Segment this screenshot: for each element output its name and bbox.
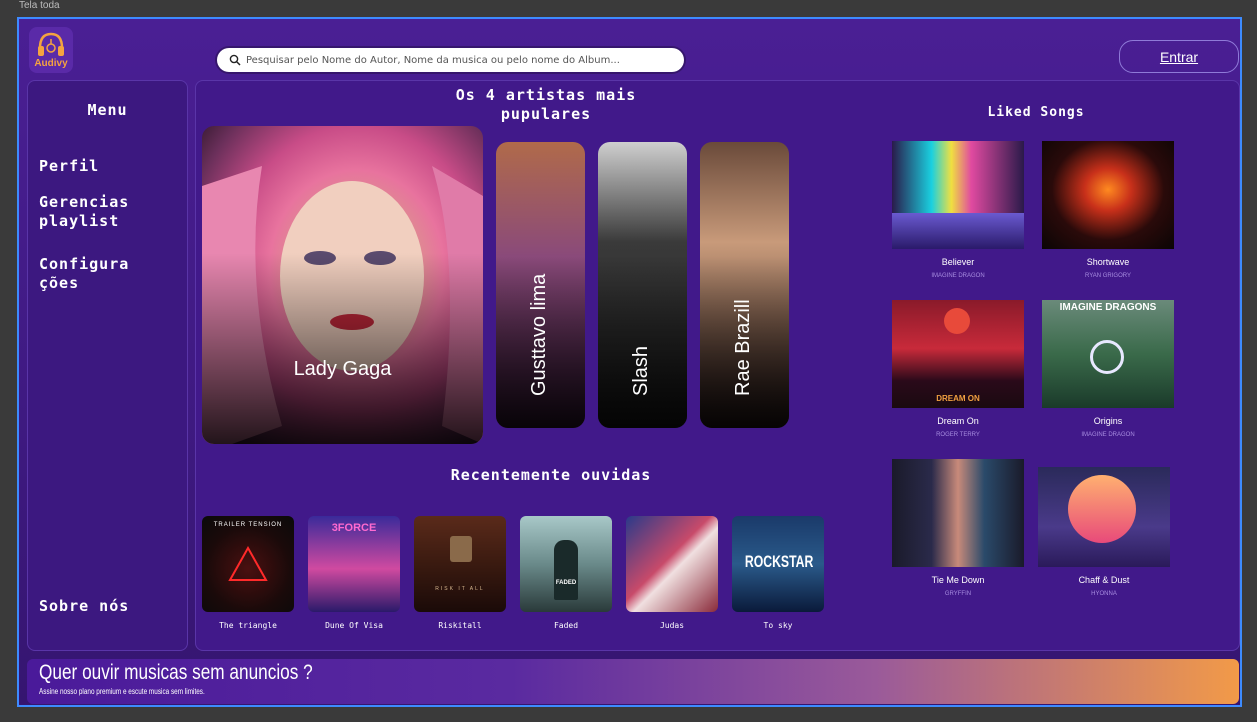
recent-item[interactable]: FADED Faded bbox=[520, 516, 612, 632]
search-bar[interactable] bbox=[217, 48, 684, 72]
sidebar-menu: Menu Perfil Gerencias playlist Configura… bbox=[27, 80, 188, 651]
recent-item[interactable]: RISK IT ALL Riskitall bbox=[414, 516, 506, 632]
artist-card-rae-brazill[interactable]: Rae Brazill bbox=[700, 142, 789, 428]
album-cover bbox=[892, 459, 1024, 567]
recent-item[interactable]: TRAILER TENSION The triangle bbox=[202, 516, 294, 632]
album-cover: TRAILER TENSION bbox=[202, 516, 294, 612]
cover-text: IMAGINE DRAGONS bbox=[1059, 302, 1157, 313]
sidebar-item-perfil[interactable]: Perfil bbox=[39, 157, 99, 176]
popular-artists-title: Os 4 artistas mais pupulares bbox=[455, 86, 637, 123]
song-artist: IMAGINE DRAGON bbox=[931, 273, 985, 279]
recent-item[interactable]: 3FORCE Dune Of Visa bbox=[308, 516, 400, 632]
recent-title: Recentemente ouvidas bbox=[450, 466, 652, 484]
cover-text: 3FORCE bbox=[331, 522, 377, 534]
song-artist: GRYFFIN bbox=[944, 591, 972, 597]
album-cover: 3FORCE bbox=[308, 516, 400, 612]
search-input[interactable] bbox=[246, 54, 676, 66]
album-cover: IMAGINE DRAGONS bbox=[1042, 300, 1174, 408]
app-window: Audivy Entrar Menu Perfil Gerencias play… bbox=[17, 17, 1242, 707]
song-artist: IMAGINE DRAGON bbox=[1081, 432, 1135, 438]
banner-subtitle: Assine nosso plano premium e escute musi… bbox=[39, 687, 205, 696]
login-button[interactable]: Entrar bbox=[1119, 40, 1239, 73]
sidebar-item-playlist[interactable]: Gerencias playlist bbox=[39, 193, 149, 231]
artist-name: Lady Gaga bbox=[293, 358, 392, 380]
artist-card-lady-gaga[interactable]: Lady Gaga bbox=[202, 126, 483, 444]
main-content: Os 4 artistas mais pupulares Lady Gaga G… bbox=[195, 80, 1240, 651]
song-artist: RYAN GRIGORY bbox=[1084, 273, 1131, 279]
liked-song-item[interactable]: Believer IMAGINE DRAGON bbox=[892, 141, 1024, 279]
premium-banner[interactable]: Quer ouvir musicas sem anuncios ? Assine… bbox=[27, 659, 1239, 704]
cover-text: ROCKSTAR bbox=[744, 552, 814, 571]
cover-text: FADED bbox=[555, 580, 577, 586]
song-title: Chaff & Dust bbox=[1078, 575, 1130, 585]
song-title: Origins bbox=[1093, 416, 1123, 426]
recent-title: To sky bbox=[763, 621, 793, 630]
artist-name: Gusttavo lima bbox=[527, 273, 550, 396]
song-title: Believer bbox=[941, 257, 975, 267]
sidebar-item-configuracoes[interactable]: Configura ções bbox=[39, 255, 169, 293]
recent-item[interactable]: ROCKSTAR To sky bbox=[732, 516, 824, 632]
song-artist: ROGER TERRY bbox=[936, 432, 980, 438]
song-title: Shortwave bbox=[1086, 257, 1130, 267]
menu-title: Menu bbox=[87, 101, 128, 119]
recent-title: Judas bbox=[659, 621, 685, 630]
artist-card-gusttavo-lima[interactable]: Gusttavo lima bbox=[496, 142, 585, 428]
song-title: Dream On bbox=[937, 416, 979, 426]
cover-text: TRAILER TENSION bbox=[213, 522, 283, 528]
song-artist: HYONNA bbox=[1091, 591, 1117, 597]
artist-name: Slash bbox=[629, 345, 652, 396]
cover-text: RISK IT ALL bbox=[435, 586, 485, 592]
banner-title: Quer ouvir musicas sem anuncios ? bbox=[39, 661, 313, 684]
recent-title: Faded bbox=[553, 621, 579, 630]
cover-text: DREAM ON bbox=[936, 394, 980, 403]
liked-songs-title: Liked Songs bbox=[987, 105, 1085, 120]
headphones-icon bbox=[38, 32, 64, 56]
liked-song-item[interactable]: IMAGINE DRAGONS Origins IMAGINE DRAGON bbox=[1042, 300, 1174, 438]
frame-label: Tela toda bbox=[19, 0, 60, 11]
liked-song-item[interactable]: Chaff & Dust HYONNA bbox=[1038, 467, 1170, 597]
artist-name: Rae Brazill bbox=[731, 299, 754, 396]
album-cover: FADED bbox=[520, 516, 612, 612]
liked-song-item[interactable]: Shortwave RYAN GRIGORY bbox=[1042, 141, 1174, 279]
album-cover: ROCKSTAR bbox=[732, 516, 824, 612]
liked-song-item[interactable]: DREAM ON Dream On ROGER TERRY bbox=[892, 300, 1024, 438]
liked-song-item[interactable]: Tie Me Down GRYFFIN bbox=[892, 459, 1024, 597]
album-cover bbox=[1042, 141, 1174, 249]
sidebar-item-sobre[interactable]: Sobre nós bbox=[39, 597, 129, 616]
artist-card-slash[interactable]: Slash bbox=[598, 142, 687, 428]
recent-title: The triangle bbox=[219, 621, 277, 630]
song-title: Tie Me Down bbox=[931, 575, 985, 585]
album-cover: DREAM ON bbox=[892, 300, 1024, 408]
audivy-logo[interactable]: Audivy bbox=[29, 27, 73, 73]
album-cover: RISK IT ALL bbox=[414, 516, 506, 612]
recent-title: Riskitall bbox=[438, 621, 482, 630]
album-cover bbox=[626, 516, 718, 612]
logo-text: Audivy bbox=[34, 58, 68, 69]
recent-title: Dune Of Visa bbox=[325, 621, 383, 630]
search-icon bbox=[229, 54, 241, 66]
album-cover bbox=[892, 141, 1024, 249]
recent-item[interactable]: Judas bbox=[626, 516, 718, 632]
album-cover bbox=[1038, 467, 1170, 567]
